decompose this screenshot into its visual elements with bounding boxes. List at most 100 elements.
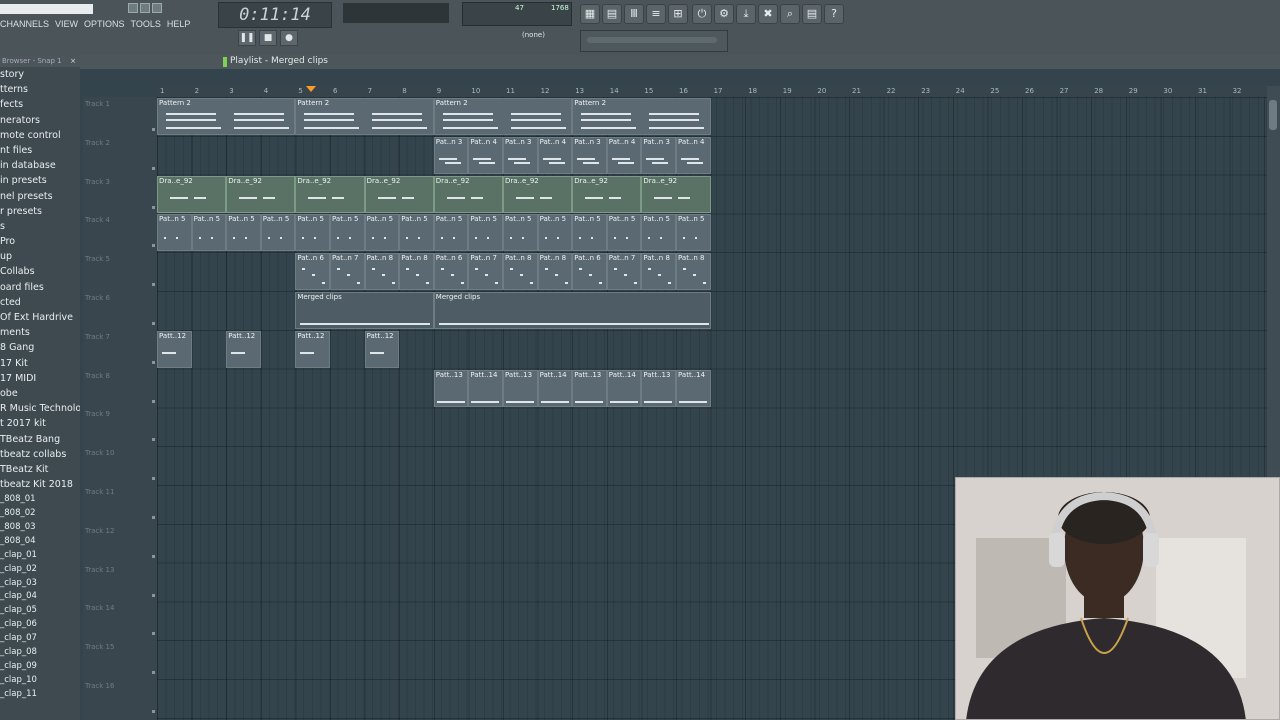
playlist-clip[interactable]: Dra..e_92 xyxy=(157,175,227,213)
track-mute-icon[interactable] xyxy=(152,554,155,558)
playlist-clip[interactable]: Pattern 2 xyxy=(157,98,296,135)
track-header[interactable]: Track 4 xyxy=(83,213,157,251)
online-icon[interactable]: ⏻ xyxy=(692,4,712,24)
master-pitch-slider[interactable] xyxy=(580,30,728,52)
track-mute-icon[interactable] xyxy=(152,205,155,209)
browser-item[interactable]: tbeatz Kit 2018 xyxy=(0,477,80,492)
track-mute-icon[interactable] xyxy=(152,438,155,442)
playlist-window-icon[interactable]: ▦ xyxy=(580,4,600,24)
playlist-clip[interactable]: Patt..12 xyxy=(364,330,400,368)
playlist-clip[interactable]: Dra..e_92 xyxy=(433,175,503,213)
song-time-display[interactable]: 0:11:14 xyxy=(218,2,332,28)
file-icon[interactable]: ▤ xyxy=(802,4,822,24)
browser-item[interactable]: cted xyxy=(0,295,80,310)
browser-item[interactable]: TBeatz Bang xyxy=(0,432,80,447)
menu-help[interactable]: HELP xyxy=(167,19,191,33)
close-icon[interactable]: × xyxy=(70,55,76,67)
track-mute-icon[interactable] xyxy=(152,593,155,597)
browser-sample-item[interactable]: _clap_02 xyxy=(0,562,80,576)
browser-sample-item[interactable]: _808_01 xyxy=(0,492,80,506)
tools-icon[interactable]: ✖ xyxy=(758,4,778,24)
playlist-clip[interactable]: Pat..n 5 xyxy=(295,214,330,252)
browser-item[interactable]: Pro xyxy=(0,234,80,249)
playlist-clip[interactable]: Pat..n 7 xyxy=(330,253,365,291)
browser-item[interactable]: 17 Kit xyxy=(0,356,80,371)
mixer-icon[interactable]: ≡ xyxy=(646,4,666,24)
track-mute-icon[interactable] xyxy=(152,710,155,713)
track-header[interactable]: Track 12 xyxy=(83,524,157,562)
browser-sample-item[interactable]: _clap_11 xyxy=(0,687,80,701)
playlist-clip[interactable]: Patt..12 xyxy=(157,330,192,368)
playlist-clip[interactable]: Pat..n 5 xyxy=(226,214,261,252)
browser-sample-item[interactable]: _clap_06 xyxy=(0,617,80,631)
track-mute-icon[interactable] xyxy=(152,632,155,636)
plugin-icon[interactable]: ⚙ xyxy=(714,4,734,24)
browser-item[interactable]: nerators xyxy=(0,113,80,128)
track-mute-icon[interactable] xyxy=(152,283,155,287)
track-mute-icon[interactable] xyxy=(152,477,155,481)
playlist-clip[interactable]: Patt..13 xyxy=(433,369,469,407)
playlist-clip[interactable]: Pat..n 6 xyxy=(433,253,469,291)
playlist-clip[interactable]: Pat..n 5 xyxy=(503,214,538,252)
playlist-clip[interactable]: Dra..e_92 xyxy=(572,175,642,213)
pause-button[interactable]: ❚❚ xyxy=(238,30,256,46)
browser-sample-item[interactable]: _clap_03 xyxy=(0,576,80,590)
playlist-clip[interactable]: Pat..n 5 xyxy=(537,214,573,252)
playlist-clip[interactable]: Patt..14 xyxy=(537,369,573,407)
track-header[interactable]: Track 10 xyxy=(83,446,157,484)
track-mute-icon[interactable] xyxy=(152,244,155,248)
playlist-clip[interactable]: Pat..n 5 xyxy=(433,214,469,252)
pattern-selector[interactable]: (none) xyxy=(522,31,566,41)
playlist-clip[interactable]: Pat..n 5 xyxy=(399,214,434,252)
playlist-clip[interactable]: Pattern 2 xyxy=(572,98,711,135)
browser-item[interactable]: story xyxy=(0,67,80,82)
track-header[interactable]: Track 9 xyxy=(83,407,157,445)
playlist-clip[interactable]: Dra..e_92 xyxy=(641,175,711,213)
track-header[interactable]: Track 15 xyxy=(83,640,157,678)
track-header[interactable]: Track 11 xyxy=(83,485,157,523)
playlist-clip[interactable]: Patt..14 xyxy=(468,369,503,407)
playlist-clip[interactable]: Pat..n 3 xyxy=(433,136,469,174)
track-header[interactable]: Track 3 xyxy=(83,175,157,213)
browser-sample-item[interactable]: _808_04 xyxy=(0,534,80,548)
browser-item[interactable]: Collabs xyxy=(0,264,80,279)
track-header[interactable]: Track 8 xyxy=(83,369,157,407)
playlist-clip[interactable]: Pat..n 4 xyxy=(468,136,503,174)
playlist-clip[interactable]: Merged clips xyxy=(433,292,711,329)
playlist-clip[interactable]: Pat..n 8 xyxy=(399,253,434,291)
playlist-clip[interactable]: Patt..14 xyxy=(676,369,711,407)
menu-channels[interactable]: CHANNELS xyxy=(0,19,49,33)
track-header[interactable]: Track 7 xyxy=(83,330,157,368)
playlist-clip[interactable]: Pat..n 8 xyxy=(641,253,676,291)
browser-item[interactable]: up xyxy=(0,249,80,264)
browser-item[interactable]: tterns xyxy=(0,82,80,97)
playlist-clip[interactable]: Pat..n 5 xyxy=(468,214,503,252)
browser-item[interactable]: oard files xyxy=(0,280,80,295)
track-mute-icon[interactable] xyxy=(152,166,155,170)
browser-item[interactable]: mote control xyxy=(0,128,80,143)
browser-item[interactable]: R Music Technology xyxy=(0,401,80,416)
menu-options[interactable]: OPTIONS xyxy=(84,19,125,33)
browser-item[interactable]: s xyxy=(0,219,80,234)
track-mute-icon[interactable] xyxy=(152,322,155,325)
playlist-clip[interactable]: Patt..13 xyxy=(572,369,607,407)
playlist-clip[interactable]: Pat..n 5 xyxy=(330,214,365,252)
track-header[interactable]: Track 5 xyxy=(83,252,157,290)
playlist-clip[interactable]: Pat..n 3 xyxy=(641,136,676,174)
browser-sample-item[interactable]: _clap_08 xyxy=(0,645,80,659)
track-header[interactable]: Track 14 xyxy=(83,601,157,639)
browser-item[interactable]: nt files xyxy=(0,143,80,158)
browser-item[interactable]: ments xyxy=(0,325,80,340)
minimize-icon[interactable] xyxy=(128,3,138,13)
menu-tools[interactable]: TOOLS xyxy=(131,19,161,33)
playlist-clip[interactable]: Patt..12 xyxy=(295,330,330,368)
browser-sample-item[interactable]: _808_02 xyxy=(0,506,80,520)
track-mute-icon[interactable] xyxy=(152,128,155,131)
playhead-marker[interactable] xyxy=(306,86,316,92)
playlist-clip[interactable]: Dra..e_92 xyxy=(295,175,365,213)
browser-item[interactable]: t 2017 kit xyxy=(0,416,80,431)
playlist-clip[interactable]: Pat..n 5 xyxy=(606,214,642,252)
search-icon[interactable]: ⌕ xyxy=(780,4,800,24)
menu-view[interactable]: VIEW xyxy=(55,19,78,33)
playlist-clip[interactable]: Pat..n 8 xyxy=(364,253,400,291)
